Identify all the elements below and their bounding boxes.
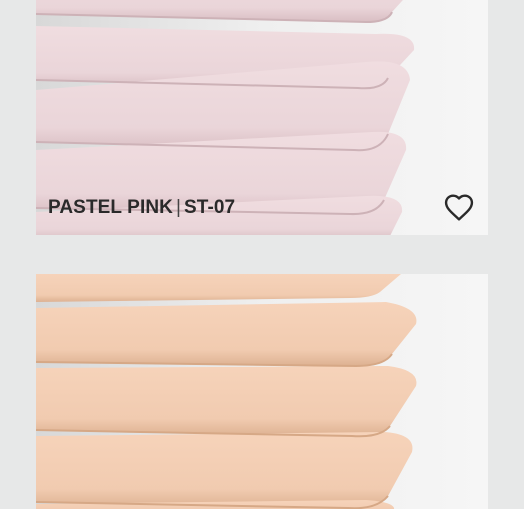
caption-separator: | (175, 197, 182, 218)
product-code: ST-07 (184, 197, 236, 218)
product-card-pastel-pink[interactable]: PASTEL PINK | ST-07 (36, 0, 488, 235)
product-list: PASTEL PINK | ST-07 (0, 0, 524, 509)
heart-outline-icon (444, 194, 474, 221)
favorite-button[interactable] (441, 190, 477, 224)
product-caption: PASTEL PINK | ST-07 (48, 197, 235, 219)
product-image-peach (36, 274, 488, 509)
product-color-name: PASTEL PINK (48, 197, 173, 218)
product-card-peach[interactable] (36, 274, 488, 509)
